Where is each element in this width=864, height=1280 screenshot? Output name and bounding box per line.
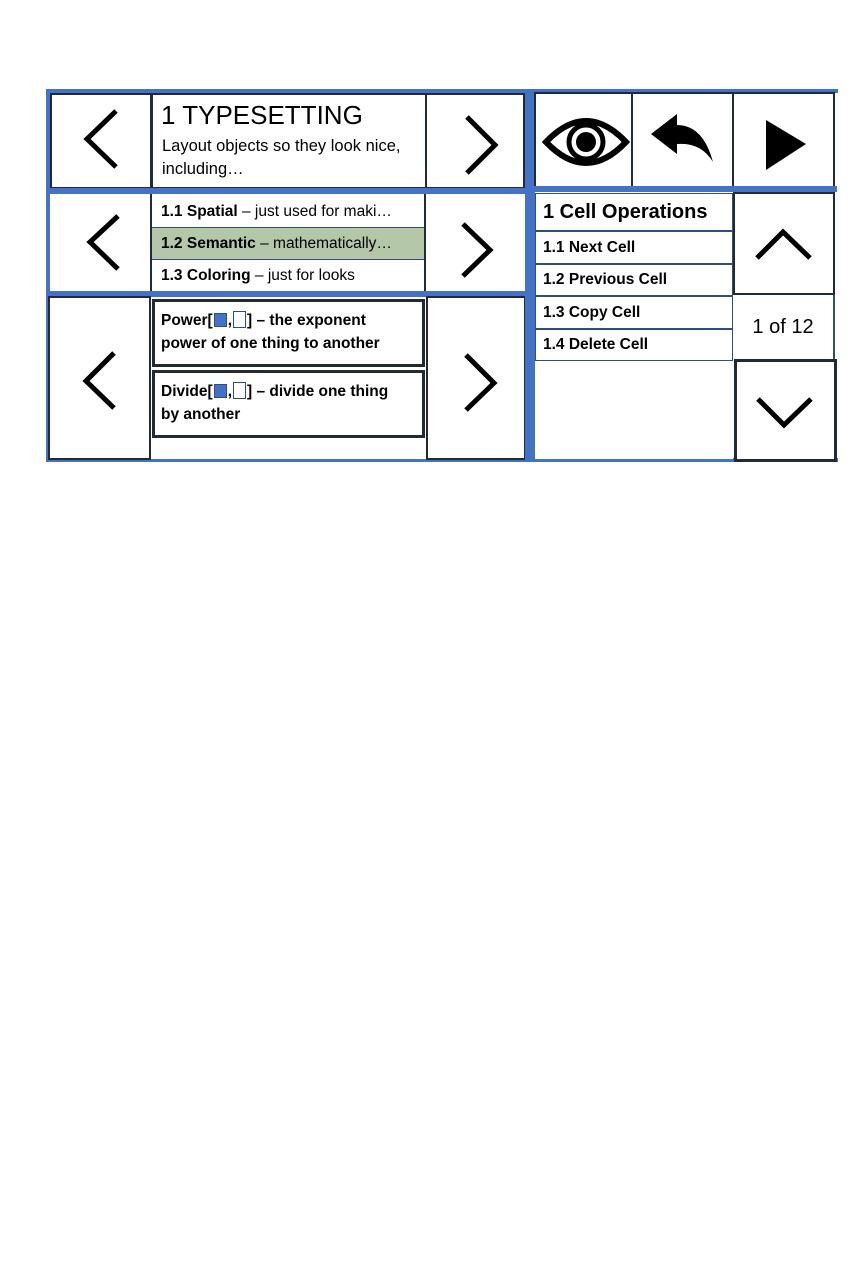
menu-item-label: 1.4 Delete Cell (543, 336, 649, 353)
menu-title: 1 Cell Operations (535, 193, 733, 231)
function-separator: , (227, 312, 232, 329)
chevron-down-icon (756, 397, 813, 429)
subsection-name: Semantic (186, 234, 256, 252)
placeholder-empty-icon (233, 311, 246, 328)
menu-item-previous-cell[interactable]: 1.2 Previous Cell (535, 264, 733, 296)
chevron-left-icon (83, 109, 118, 169)
function-desc-line2: by another (161, 406, 241, 423)
subsection-name: Coloring (186, 267, 251, 284)
chevron-up-icon (755, 228, 812, 260)
function-item-divide[interactable]: Divide[,] – divide one thing by another (152, 370, 425, 438)
function-prev-button[interactable] (48, 296, 151, 460)
subsection-prev-button[interactable] (50, 194, 151, 292)
function-item-power[interactable]: Power[,] – the exponent power of one thi… (152, 299, 425, 367)
page-indicator: 1 of 12 (733, 295, 835, 360)
subsection-desc: – mathematically… (255, 234, 392, 252)
placeholder-empty-icon (233, 382, 246, 399)
page-down-button[interactable] (734, 359, 837, 462)
function-separator: , (227, 383, 232, 400)
chevron-right-icon (461, 222, 494, 278)
function-desc-line1: – the exponent (252, 312, 366, 329)
chevron-right-icon (465, 115, 499, 175)
placeholder-filled-icon (213, 313, 227, 327)
subsection-desc: – just used for maki… (237, 202, 392, 220)
function-list: Power[,] – the exponent power of one thi… (151, 297, 426, 459)
section-description-line2: including… (162, 160, 244, 178)
subsection-next-button[interactable] (426, 194, 526, 292)
function-next-button[interactable] (426, 296, 526, 460)
subsection-item-selected[interactable]: 1.2 Semantic – mathematically… (152, 228, 425, 260)
subsection-number: 1.1 (161, 202, 183, 220)
subsection-number: 1.2 (161, 234, 183, 252)
undo-button[interactable] (631, 92, 734, 189)
subsection-number: 1.3 (161, 267, 183, 284)
placeholder-filled-icon (213, 384, 227, 398)
menu-item-delete-cell[interactable]: 1.4 Delete Cell (535, 329, 733, 361)
page-up-button[interactable] (733, 192, 835, 295)
menu-item-copy-cell[interactable]: 1.3 Copy Cell (535, 296, 733, 329)
menu-item-label: 1.1 Next Cell (543, 238, 636, 256)
view-button[interactable] (534, 92, 633, 189)
chevron-left-icon (82, 351, 116, 410)
function-desc-line2: power of one thing to another (161, 335, 380, 352)
chevron-left-icon (86, 214, 120, 271)
subsection-item[interactable]: 1.1 Spatial – just used for maki… (152, 196, 425, 228)
section-header: 1 TYPESETTING Layout objects so they loo… (151, 93, 427, 189)
chevron-right-icon (464, 353, 498, 412)
function-name: Divide[ (161, 383, 213, 400)
undo-arrow-icon (651, 114, 713, 162)
subsection-list: 1.1 Spatial – just used for maki… 1.2 Se… (152, 196, 425, 292)
section-next-button[interactable] (425, 93, 525, 189)
menu-item-next-cell[interactable]: 1.1 Next Cell (535, 231, 733, 264)
page-label: 1 of 12 (752, 316, 814, 338)
section-title: 1 TYPESETTING (161, 100, 363, 130)
function-name: Power[ (161, 312, 213, 329)
section-prev-button[interactable] (50, 93, 152, 189)
subsection-desc: – just for looks (250, 267, 355, 284)
run-button[interactable] (732, 92, 835, 189)
menu-item-label: 1.3 Copy Cell (543, 303, 641, 321)
subsection-name: Spatial (186, 202, 238, 220)
function-desc-line1: – divide one thing (252, 383, 389, 400)
play-icon (766, 120, 806, 170)
section-description-line1: Layout objects so they look nice, (162, 137, 401, 155)
menu-item-label: 1.2 Previous Cell (543, 271, 668, 288)
subsection-item[interactable]: 1.3 Coloring – just for looks (152, 260, 425, 292)
eye-icon (541, 118, 631, 166)
menu-title-text: 1 Cell Operations (543, 200, 708, 223)
